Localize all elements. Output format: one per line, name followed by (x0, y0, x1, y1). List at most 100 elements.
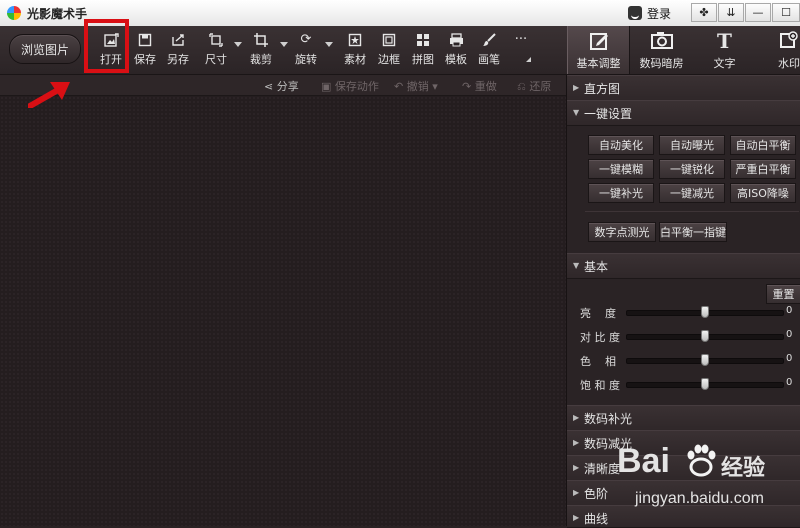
baidu-paw-icon (687, 444, 716, 477)
slider-handle[interactable] (701, 306, 709, 318)
edit-actions-bar: ⋖ 分享 ▣ 保存动作 ↶ 撤销 ▾ ↷ 重做 ⎌ 还原 (0, 75, 566, 96)
save-action-button[interactable]: ▣ 保存动作 (321, 78, 379, 94)
tab-digital-darkroom[interactable]: 数码暗房 (630, 26, 693, 74)
section-one-click[interactable]: ▼ 一键设置 (567, 100, 800, 126)
undo-dropdown-icon[interactable]: ▾ (432, 80, 438, 93)
watermark-cn: 经验 (721, 456, 766, 481)
border-button[interactable]: 边框 (374, 32, 404, 70)
highlight-box-open (84, 19, 129, 73)
tab-digital-darkroom-label: 数码暗房 (639, 57, 684, 70)
redo-label: 重做 (474, 80, 497, 93)
high-iso-denoise-button[interactable]: 高ISO降噪 (730, 183, 796, 203)
brush-icon (481, 32, 497, 48)
redo-button[interactable]: ↷ 重做 (462, 78, 497, 94)
section-digital-fill-light[interactable]: ▶ 数码补光 (567, 405, 800, 431)
watermark-icon (780, 31, 798, 51)
collapse-arrow-icon: ▼ (573, 261, 580, 270)
brightness-slider-row: 亮 度 0 (567, 303, 800, 321)
expand-arrow-icon: ▶ (573, 438, 580, 447)
brush-button[interactable]: 画笔 (474, 32, 504, 70)
more-tools-button[interactable]: ··· (506, 32, 536, 70)
template-button[interactable]: 模板 (441, 32, 471, 70)
tool-label-crop: 裁剪 (250, 53, 272, 66)
red-arrow-icon (28, 82, 70, 108)
slider-value: 0 (786, 377, 793, 388)
undo-label: 撤销 (406, 80, 429, 93)
app-title: 光影魔术手 (27, 7, 88, 21)
resize-button[interactable]: 尺寸 (201, 32, 231, 70)
severe-white-balance-button[interactable]: 严重白平衡 (730, 159, 796, 179)
tool-label-save-as: 另存 (167, 53, 189, 66)
section-one-click-label: 一键设置 (584, 107, 633, 121)
undo-icon: ↶ (394, 80, 404, 93)
expand-arrow-icon: ▶ (573, 83, 580, 92)
tab-watermark[interactable]: 水印 (756, 26, 800, 74)
rotate-button[interactable]: ⟳ 旋转 (291, 32, 321, 70)
template-icon (448, 32, 464, 48)
section-histogram[interactable]: ▶ 直方图 (567, 75, 800, 101)
tool-label-template: 模板 (445, 53, 467, 66)
hue-slider[interactable] (626, 354, 784, 366)
crop-dropdown-caret-icon[interactable] (280, 42, 288, 47)
section-basic[interactable]: ▼ 基本 (567, 253, 800, 279)
collage-button[interactable]: 拼图 (408, 32, 438, 70)
slider-label: 色 相 (580, 355, 616, 368)
one-click-sharpen-button[interactable]: 一键锐化 (659, 159, 725, 179)
save-as-icon (170, 32, 186, 48)
section-label: 清晰度 (584, 462, 621, 476)
slider-label: 亮 度 (580, 307, 616, 320)
save-action-icon: ▣ (321, 80, 332, 93)
slider-handle[interactable] (701, 354, 709, 366)
brightness-slider[interactable] (626, 306, 784, 318)
maximize-button[interactable]: ☐ (772, 3, 800, 22)
slider-handle[interactable] (701, 330, 709, 342)
one-click-fill-light-button[interactable]: 一键补光 (588, 183, 654, 203)
tab-basic-adjust[interactable]: 基本调整 (567, 26, 630, 74)
login-button[interactable]: 登录 (628, 3, 680, 23)
watermark-brand: Bai (617, 442, 670, 480)
baidu-jingyan-watermark: Bai 经验 jingyan.baidu.com (617, 438, 800, 518)
one-click-reduce-light-button[interactable]: 一键减光 (659, 183, 725, 203)
resize-dropdown-caret-icon[interactable] (234, 42, 242, 47)
material-button[interactable]: 素材 (340, 32, 370, 70)
minimize-button[interactable]: — (745, 3, 771, 22)
share-label: 分享 (276, 80, 299, 93)
section-label: 色阶 (584, 487, 609, 501)
white-balance-one-touch-button[interactable]: 白平衡一指键 (659, 222, 727, 242)
tab-text-label: 文字 (713, 57, 736, 70)
contrast-slider[interactable] (626, 330, 784, 342)
share-button[interactable]: ⋖ 分享 (264, 78, 299, 94)
reset-button[interactable]: 重置 (766, 284, 800, 304)
slider-handle[interactable] (701, 378, 709, 390)
more-expand-icon[interactable] (526, 57, 531, 62)
menu-button[interactable]: ⇊ (718, 3, 744, 22)
tool-label-brush: 画笔 (478, 53, 500, 66)
tab-text[interactable]: T 文字 (693, 26, 756, 74)
one-click-blur-button[interactable]: 一键模糊 (588, 159, 654, 179)
browse-images-button[interactable]: 浏览图片 (9, 34, 81, 64)
app-logo-icon (7, 6, 21, 20)
crop-button[interactable]: 裁剪 (246, 32, 276, 70)
rotate-dropdown-caret-icon[interactable] (325, 42, 333, 47)
watermark-url: jingyan.baidu.com (635, 490, 764, 507)
save-button[interactable]: 保存 (130, 32, 160, 70)
saturation-slider[interactable] (626, 378, 784, 390)
auto-exposure-button[interactable]: 自动曝光 (659, 135, 725, 155)
rotate-icon: ⟳ (300, 32, 312, 47)
undo-button[interactable]: ↶ 撤销 ▾ (394, 78, 438, 94)
skin-button[interactable]: ✤ (691, 3, 717, 22)
collage-icon (415, 32, 431, 48)
restore-icon: ⎌ (517, 80, 526, 93)
section-basic-label: 基本 (584, 260, 609, 274)
contrast-slider-row: 对 比 度 0 (567, 327, 800, 345)
auto-white-balance-button[interactable]: 自动白平衡 (730, 135, 796, 155)
image-canvas[interactable] (0, 96, 566, 526)
auto-beautify-button[interactable]: 自动美化 (588, 135, 654, 155)
save-as-button[interactable]: 另存 (163, 32, 193, 70)
restore-button[interactable]: ⎌ 还原 (517, 78, 551, 94)
tool-label-material: 素材 (344, 53, 366, 66)
slider-value: 0 (786, 353, 793, 364)
material-icon (347, 32, 363, 48)
camera-icon (650, 31, 673, 51)
spot-metering-button[interactable]: 数字点测光 (588, 222, 656, 242)
